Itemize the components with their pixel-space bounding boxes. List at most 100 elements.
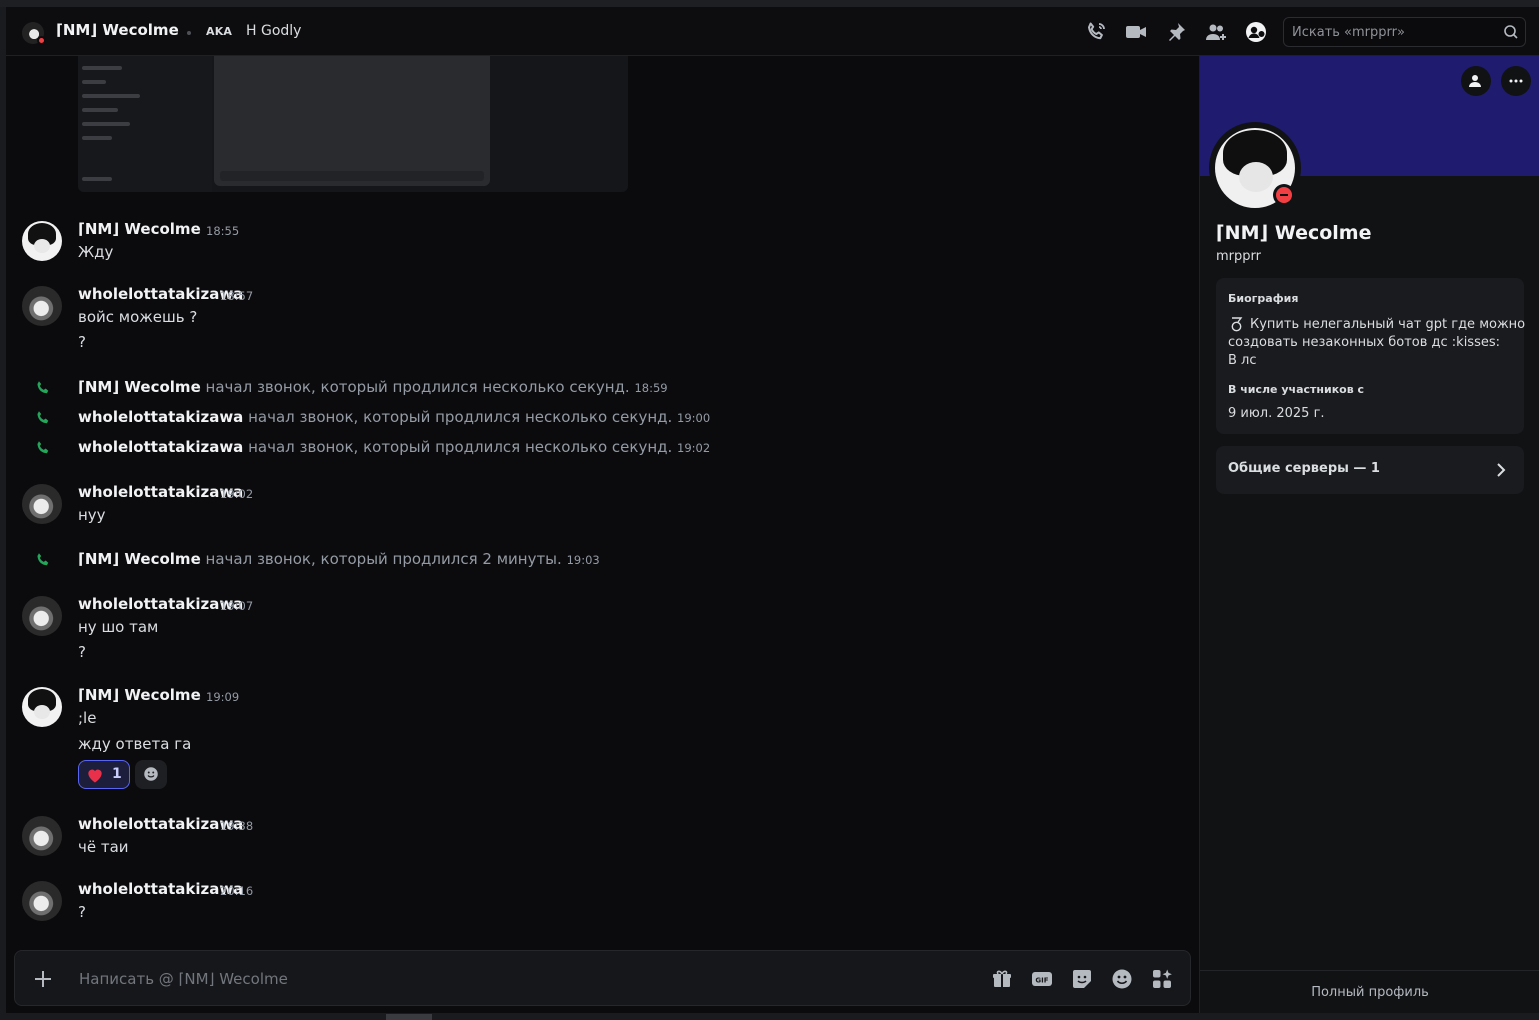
- voice-call-icon[interactable]: [1084, 20, 1108, 44]
- dnd-status-icon: [37, 36, 46, 45]
- message-composer: GIF: [14, 950, 1191, 1006]
- message-text: ;le: [78, 709, 97, 727]
- dnd-status-icon: [1273, 184, 1295, 206]
- aka-label: AKA: [206, 25, 233, 38]
- bio-line: В лс: [1228, 353, 1257, 368]
- apps-icon[interactable]: [1150, 967, 1174, 991]
- upload-plus-icon[interactable]: [31, 967, 55, 991]
- call-caller[interactable]: ⌈NM⌋ Wecolme: [78, 378, 201, 396]
- dm-header: ⌈NM⌋ Wecolme AKA H Godly: [6, 7, 1539, 56]
- screenshot-sidebar: [78, 56, 212, 192]
- message-timestamp: 18:57: [220, 289, 254, 303]
- header-separator: [187, 31, 191, 35]
- message-text: Жду: [78, 243, 114, 261]
- message-text: ну шо там: [78, 618, 159, 636]
- avatar[interactable]: [22, 596, 62, 636]
- svg-text:GIF: GIF: [1035, 977, 1048, 985]
- message-timestamp: 20:16: [220, 884, 254, 898]
- message-author[interactable]: wholelottatakizawa: [78, 483, 243, 501]
- chat-area: ⌈NM⌋ Wecolme 18:55 Жду wholelottatakizaw…: [6, 56, 1199, 1013]
- phone-call-icon: [37, 441, 49, 454]
- user-profile-toggle-icon[interactable]: [1244, 20, 1268, 44]
- header-avatar[interactable]: [22, 22, 46, 45]
- window-frame-bottom: [0, 1013, 1539, 1020]
- avatar[interactable]: [22, 484, 62, 524]
- member-since-date: 9 июл. 2025 г.: [1228, 406, 1325, 421]
- message-author[interactable]: wholelottatakizawa: [78, 285, 243, 303]
- heart-icon: [88, 769, 102, 783]
- full-profile-link[interactable]: Полный профиль: [1200, 985, 1539, 1000]
- avatar[interactable]: [22, 881, 62, 921]
- reaction-count: 1: [112, 766, 122, 782]
- call-log-entry: ⌈NM⌋ Wecolme начал звонок, который продл…: [78, 550, 600, 568]
- profile-display-name: ⌈NM⌋ Wecolme: [1216, 222, 1372, 244]
- add-friend-button[interactable]: [1461, 66, 1491, 96]
- message-timestamp: 19:02: [220, 487, 254, 501]
- call-timestamp: 19:00: [677, 411, 711, 425]
- gif-icon[interactable]: GIF: [1030, 967, 1054, 991]
- medal-emoji-icon: [1231, 317, 1243, 332]
- call-description: начал звонок, который продлился нескольк…: [248, 438, 673, 456]
- message-input[interactable]: [79, 968, 959, 990]
- pinned-messages-icon[interactable]: [1164, 20, 1188, 44]
- header-alias: H Godly: [246, 23, 302, 39]
- call-log-entry: ⌈NM⌋ Wecolme начал звонок, который продл…: [78, 378, 668, 396]
- add-reaction-button[interactable]: [135, 760, 167, 789]
- call-caller[interactable]: wholelottatakizawa: [78, 438, 243, 456]
- message-text: нуу: [78, 506, 106, 524]
- message-timestamp: 18:55: [206, 224, 240, 238]
- smiley-icon: [144, 767, 158, 781]
- more-options-button[interactable]: [1501, 66, 1531, 96]
- message-author[interactable]: wholelottatakizawa: [78, 595, 243, 613]
- add-friends-to-dm-icon[interactable]: [1204, 20, 1228, 44]
- more-dots-icon: [1509, 79, 1523, 83]
- profile-avatar[interactable]: [1209, 122, 1301, 214]
- heart-reaction-button[interactable]: 1: [78, 760, 130, 789]
- video-call-icon[interactable]: [1124, 20, 1148, 44]
- message-text: ?: [78, 903, 86, 921]
- emoji-icon[interactable]: [1110, 967, 1134, 991]
- avatar[interactable]: [22, 816, 62, 856]
- call-caller[interactable]: ⌈NM⌋ Wecolme: [78, 550, 201, 568]
- avatar[interactable]: [22, 221, 62, 261]
- message-author[interactable]: wholelottatakizawa: [78, 815, 243, 833]
- chevron-right-icon: [1497, 463, 1506, 477]
- message-author[interactable]: ⌈NM⌋ Wecolme: [78, 220, 201, 238]
- call-caller[interactable]: wholelottatakizawa: [78, 408, 243, 426]
- attached-screenshot-image[interactable]: [78, 56, 628, 192]
- call-description: начал звонок, который продлился нескольк…: [205, 378, 630, 396]
- message-text: ?: [78, 643, 86, 661]
- message-timestamp: 19:38: [220, 819, 254, 833]
- screenshot-content-pane: [214, 56, 490, 186]
- call-timestamp: 18:59: [634, 381, 668, 395]
- profile-info-card: Биография Купить нелегальный чат gpt где…: [1216, 278, 1525, 434]
- avatar[interactable]: [22, 687, 62, 727]
- message-timestamp: 19:09: [206, 690, 240, 704]
- call-log-entry: wholelottatakizawa начал звонок, который…: [78, 408, 710, 426]
- app-window: ⌈NM⌋ Wecolme AKA H Godly Искать «mrpprr»…: [0, 0, 1539, 1020]
- message-text: войс можешь ?: [78, 308, 198, 326]
- gift-icon[interactable]: [990, 967, 1014, 991]
- phone-call-icon: [37, 381, 49, 394]
- mutual-servers-label: Общие серверы — 1: [1228, 461, 1380, 476]
- window-frame-top: [0, 0, 1539, 7]
- sticker-icon[interactable]: [1070, 967, 1094, 991]
- user-profile-panel: ⌈NM⌋ Wecolme mrpprr Биография Купить нел…: [1199, 56, 1539, 1013]
- horizontal-scrollbar[interactable]: [386, 1014, 432, 1020]
- profile-username: mrpprr: [1216, 249, 1261, 264]
- message-text: чё таи: [78, 838, 129, 856]
- avatar[interactable]: [22, 286, 62, 326]
- search-input[interactable]: [1292, 23, 1497, 41]
- message-text: ?: [78, 333, 86, 351]
- message-text: жду ответа га: [78, 735, 192, 753]
- header-username[interactable]: ⌈NM⌋ Wecolme: [56, 21, 179, 39]
- call-timestamp: 19:03: [566, 553, 600, 567]
- mutual-servers-row[interactable]: Общие серверы — 1: [1216, 446, 1524, 494]
- call-log-entry: wholelottatakizawa начал звонок, который…: [78, 438, 710, 456]
- message-author[interactable]: ⌈NM⌋ Wecolme: [78, 686, 201, 704]
- add-friend-icon: [1469, 75, 1481, 87]
- message-author[interactable]: wholelottatakizawa: [78, 880, 243, 898]
- search-box[interactable]: [1283, 17, 1526, 47]
- phone-call-icon: [37, 553, 49, 566]
- call-description: начал звонок, который продлился нескольк…: [248, 408, 673, 426]
